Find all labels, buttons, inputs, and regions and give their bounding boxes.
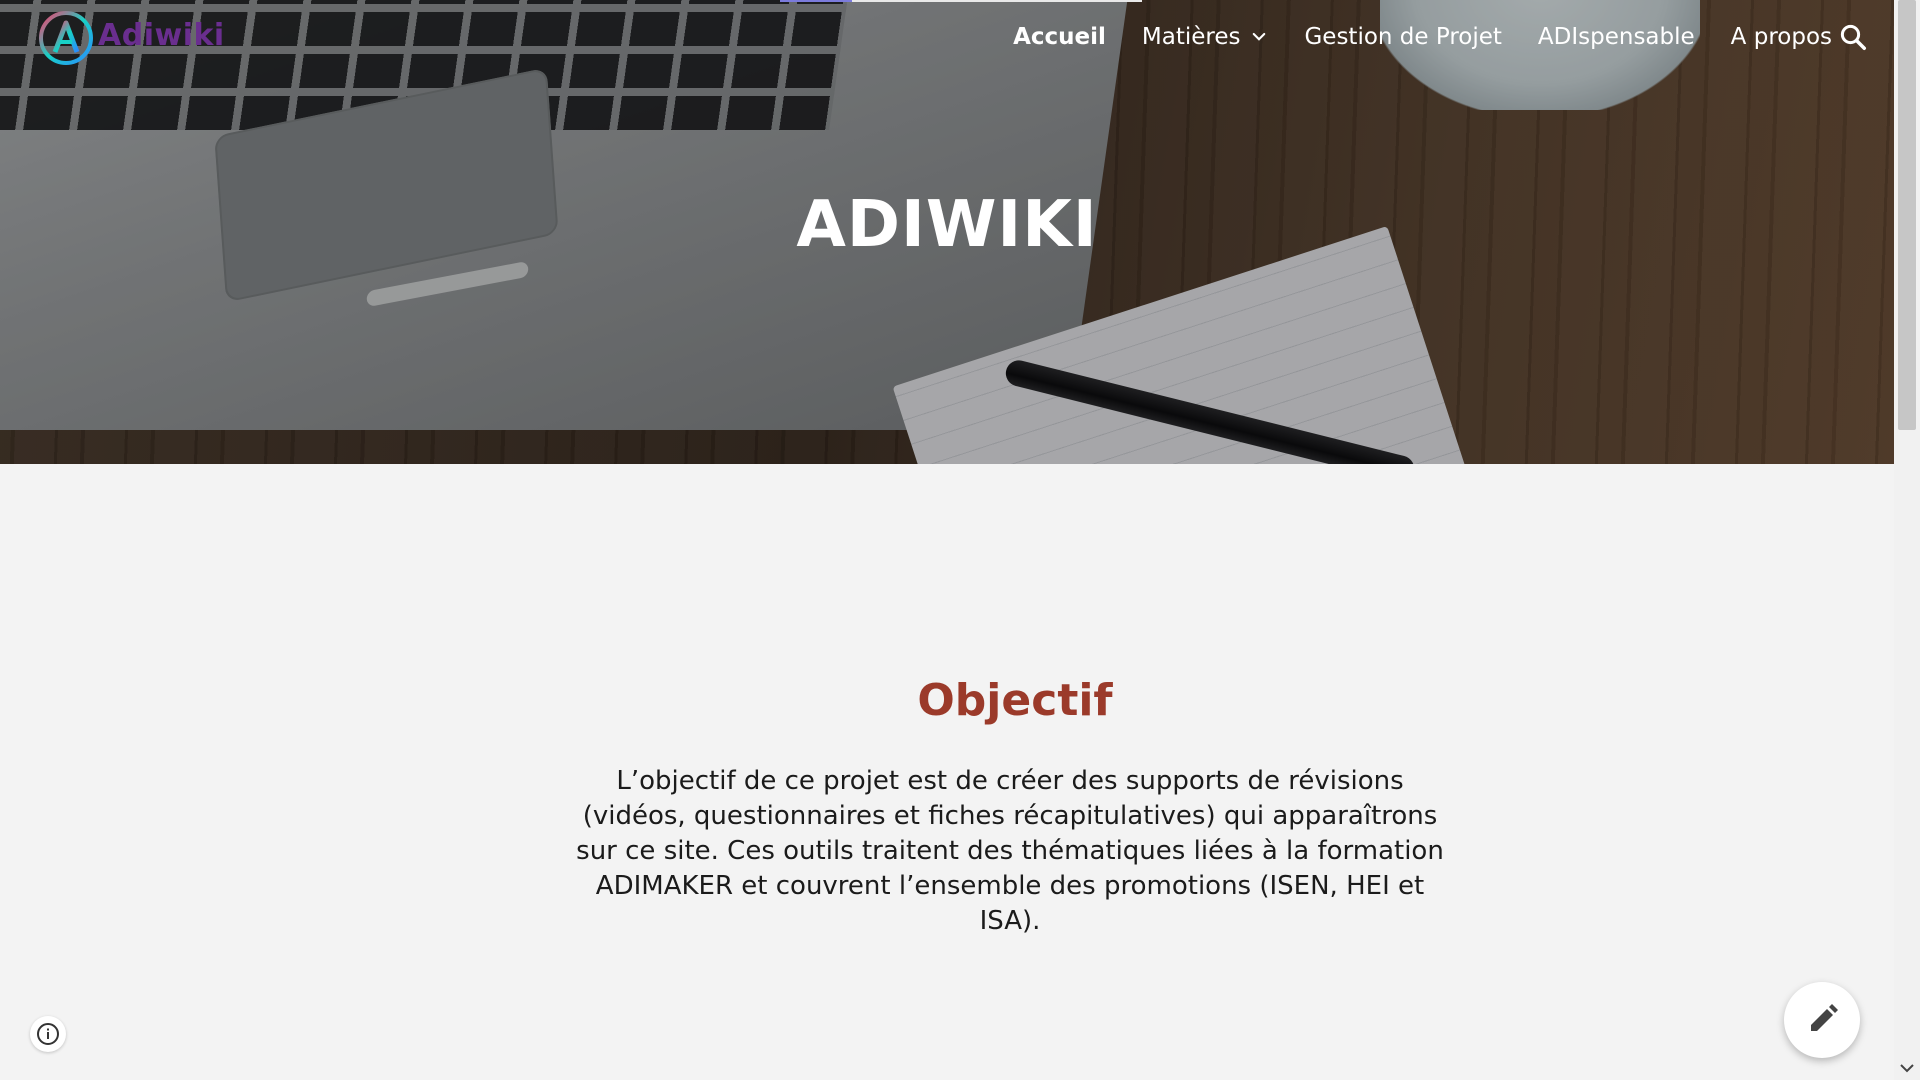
info-icon (37, 1023, 59, 1045)
page-loading-bar-fill (780, 0, 853, 2)
nav-item-label: Accueil (1013, 24, 1106, 50)
pencil-icon (1811, 1004, 1838, 1031)
site-info-button[interactable] (30, 1016, 66, 1052)
nav-item-label: ADIspensable (1537, 24, 1695, 50)
main-nav: Accueil Matières Gestion de Projet ADIsp… (977, 20, 1832, 54)
nav-item-gestion-de-projet[interactable]: Gestion de Projet (1304, 20, 1501, 54)
nav-item-accueil[interactable]: Accueil (1013, 20, 1106, 54)
logo-icon[interactable] (38, 10, 94, 66)
scroll-down-arrow-icon[interactable] (1894, 1056, 1920, 1080)
scrollbar-thumb[interactable] (1898, 0, 1916, 430)
page: ADIWIKI Adiwiki Accueil Matières Gestion (0, 0, 1894, 1080)
nav-item-matieres[interactable]: Matières (1142, 20, 1269, 54)
search-icon[interactable] (1838, 22, 1868, 52)
nav-item-a-propos[interactable]: A propos (1731, 20, 1832, 54)
nav-item-label: Matières (1141, 24, 1241, 50)
section-title: Objectif (917, 674, 1113, 726)
nav-item-label: Gestion de Projet (1304, 24, 1502, 50)
nav-item-label: A propos (1730, 24, 1832, 50)
chevron-down-icon[interactable] (1250, 28, 1268, 46)
hero-title: ADIWIKI (796, 188, 1098, 262)
nav-item-adispensable[interactable]: ADIspensable (1538, 20, 1695, 54)
scrollbar[interactable] (1894, 0, 1920, 1080)
edit-button[interactable] (1784, 982, 1860, 1058)
section-body-text: L’objectif de ce projet est de créer des… (576, 766, 1444, 936)
page-loading-bar (780, 0, 1142, 2)
hero-banner: ADIWIKI (0, 0, 1894, 464)
logo-text[interactable]: Adiwiki (98, 18, 225, 53)
